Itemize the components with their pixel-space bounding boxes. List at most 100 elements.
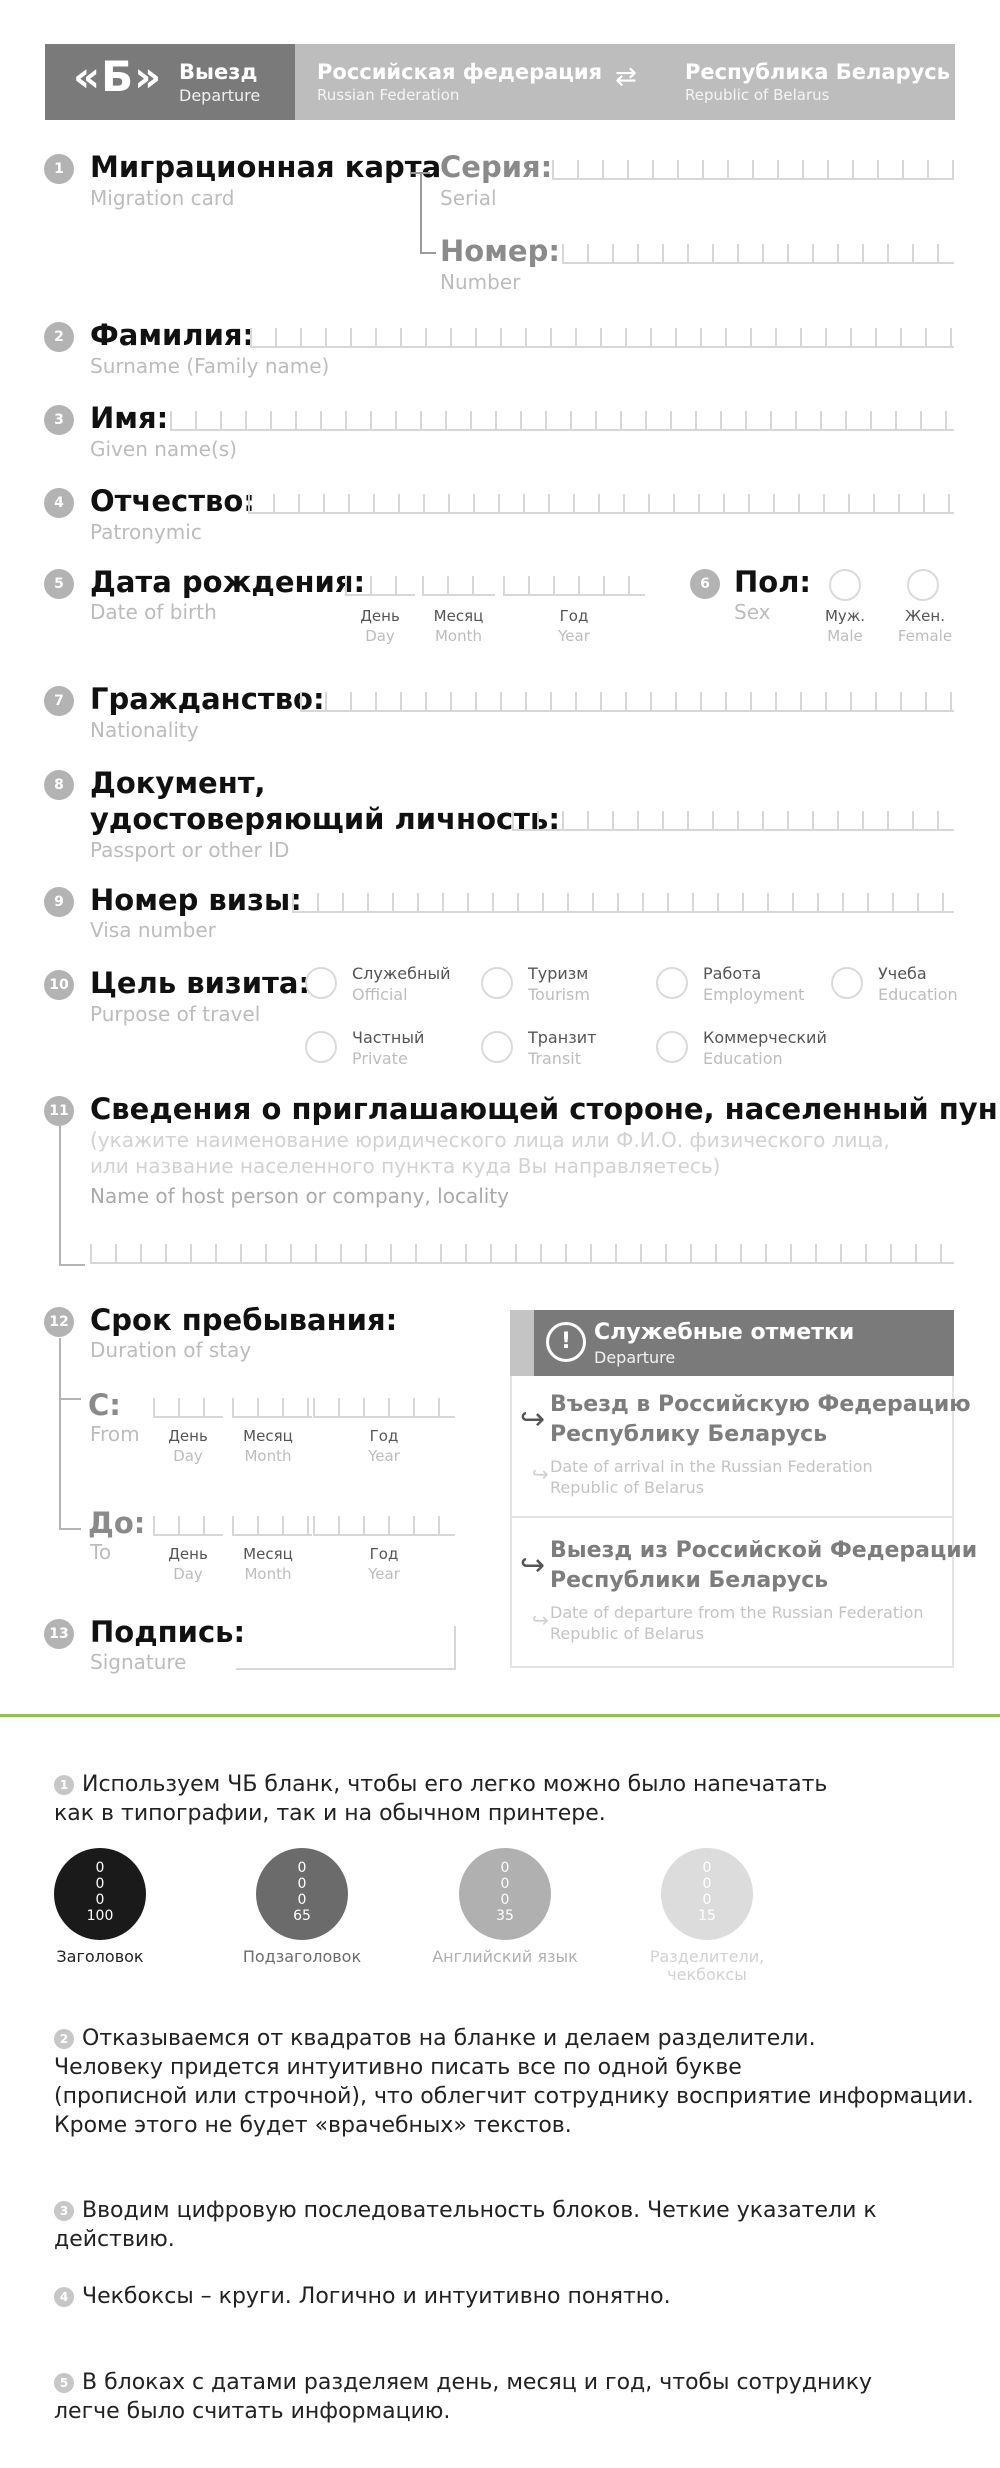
to-year-caption: Год Year: [368, 1545, 400, 1583]
entry-title-line1: Въезд в Российскую Федерацию: [550, 1392, 971, 1417]
from-year-input[interactable]: [313, 1398, 455, 1418]
number-input[interactable]: [562, 244, 954, 264]
purpose-employment-label: Работа Employment: [703, 964, 805, 1004]
stay-from-label-en: From: [90, 1422, 140, 1446]
field-number-11: 11: [44, 1096, 74, 1126]
stay-to-label: До:: [88, 1506, 146, 1540]
dob-year-input[interactable]: [503, 576, 645, 596]
country2-ru: Республика Беларусь: [685, 60, 951, 84]
serial-input[interactable]: [552, 160, 954, 180]
note-number: 5: [54, 2373, 74, 2393]
host-label-en: Name of host person or company, locality: [90, 1184, 509, 1208]
exit-curve-arrow-icon: ↪: [520, 1548, 546, 1583]
given-name-input[interactable]: [170, 411, 954, 431]
purpose-private-label: Частный Private: [352, 1028, 425, 1068]
note-number: 2: [54, 2029, 74, 2049]
exit-subtitle-line1: Date of departure from the Russian Feder…: [550, 1603, 924, 1622]
purpose-label: Цель визита:: [90, 966, 311, 1000]
note-3: 3 Вводим цифровую последовательность блок…: [54, 2196, 974, 2254]
nationality-input[interactable]: [300, 692, 954, 712]
to-day-input[interactable]: [153, 1516, 223, 1536]
to-day-caption: День Day: [168, 1545, 208, 1583]
sex-label: Пол:: [734, 565, 812, 599]
swap-arrows-icon: ⇄: [615, 62, 637, 92]
exit-subtitle-line2: Republic of Belarus: [550, 1624, 705, 1643]
field-number-4: 4: [44, 488, 74, 518]
note-text: Человеку придется интуитивно писать все …: [54, 2055, 742, 2080]
field-number-6: 6: [690, 569, 720, 599]
host-hint-line1: (укажите наименование юридического лица …: [90, 1128, 890, 1152]
note-text: Чекбоксы – круги. Логично и интуитивно п…: [82, 2284, 671, 2309]
given-name-label: Имя:: [90, 401, 169, 435]
note-5: 5 В блоках с датами разделяем день, месяц…: [54, 2368, 974, 2426]
host-input[interactable]: [90, 1244, 954, 1264]
note-text: как в типографии, так и на обычном принт…: [54, 1801, 606, 1826]
stay-label-en: Duration of stay: [90, 1338, 252, 1362]
patronymic-label: Отчество:: [90, 484, 255, 518]
color-swatch-gray: 0 0 0 35: [459, 1848, 551, 1940]
to-month-input[interactable]: [232, 1516, 312, 1536]
dob-day-caption: День Day: [360, 607, 400, 645]
visa-label-en: Visa number: [90, 918, 216, 942]
surname-label-en: Surname (Family name): [90, 354, 330, 378]
purpose-tourism-checkbox[interactable]: [481, 967, 513, 999]
field-number-1: 1: [44, 154, 74, 184]
purpose-transit-checkbox[interactable]: [481, 1031, 513, 1063]
bracket-line: [420, 252, 436, 254]
exit-title-line2: Республики Беларусь: [550, 1568, 829, 1593]
dob-label-en: Date of birth: [90, 600, 217, 624]
document-label-line1: Документ,: [90, 766, 266, 800]
to-month-caption: Месяц Month: [243, 1545, 293, 1583]
from-month-input[interactable]: [232, 1398, 312, 1418]
note-number: 1: [54, 1775, 74, 1795]
from-year-caption: Год Year: [368, 1427, 400, 1465]
from-month-caption: Месяц Month: [243, 1427, 293, 1465]
signature-input[interactable]: [236, 1626, 456, 1670]
note-text: Вводим цифровую последовательность блоко…: [54, 2198, 877, 2252]
patronymic-label-en: Patronymic: [90, 520, 202, 544]
patronymic-input[interactable]: [248, 494, 954, 514]
field-number-10: 10: [44, 970, 74, 1000]
visa-input[interactable]: [292, 893, 954, 913]
entry-subtitle-line1: Date of arrival in the Russian Federatio…: [550, 1457, 873, 1476]
document-input[interactable]: [512, 811, 954, 831]
dob-month-input[interactable]: [422, 576, 495, 596]
purpose-official-checkbox[interactable]: [305, 967, 337, 999]
surname-label: Фамилия:: [90, 318, 255, 352]
from-day-input[interactable]: [153, 1398, 223, 1418]
field-number-2: 2: [44, 322, 74, 352]
migration-card-label: Миграционная карта: [90, 150, 442, 184]
surname-input[interactable]: [250, 328, 954, 348]
purpose-commercial-checkbox[interactable]: [656, 1031, 688, 1063]
bracket-line: [420, 172, 422, 252]
signature-label-en: Signature: [90, 1650, 187, 1674]
nationality-label: Гражданство:: [90, 682, 325, 716]
stay-bracket-line: [59, 1338, 61, 1528]
host-hint-line2: или название населенного пункта куда Вы …: [90, 1154, 721, 1178]
field-number-12: 12: [44, 1307, 74, 1337]
note-text: Отказываемся от квадратов на бланке и де…: [82, 2026, 816, 2051]
note-text: Используем ЧБ бланк, чтобы его легко мож…: [82, 1772, 828, 1797]
purpose-commercial-label: Коммерческий Education: [703, 1028, 827, 1068]
purpose-private-checkbox[interactable]: [305, 1031, 337, 1063]
note-number: 4: [54, 2287, 74, 2307]
nationality-label-en: Nationality: [90, 718, 199, 742]
stay-from-label: С:: [88, 1388, 121, 1422]
official-marks-title: Служебные отметки: [594, 1320, 855, 1345]
purpose-tourism-label: Туризм Tourism: [528, 964, 590, 1004]
purpose-education-checkbox[interactable]: [831, 967, 863, 999]
purpose-employment-checkbox[interactable]: [656, 967, 688, 999]
migration-card-label-en: Migration card: [90, 186, 235, 210]
form-header: «Б» Выезд Departure Российская федерация…: [45, 44, 955, 120]
stay-label: Срок пребывания:: [90, 1303, 398, 1337]
field-number-3: 3: [44, 405, 74, 435]
official-marks-strip: [510, 1310, 534, 1376]
to-year-input[interactable]: [313, 1516, 455, 1536]
entry-small-arrow-icon: ↪: [532, 1462, 549, 1486]
note-text: В блоках с датами разделяем день, месяц …: [82, 2370, 873, 2395]
dob-year-caption: Год Year: [558, 607, 590, 645]
sex-female-checkbox[interactable]: [907, 569, 939, 601]
dob-day-input[interactable]: [345, 576, 415, 596]
sex-male-checkbox[interactable]: [829, 569, 861, 601]
direction-en: Departure: [179, 86, 261, 105]
